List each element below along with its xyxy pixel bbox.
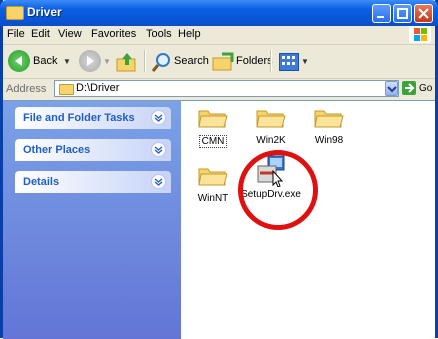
forward-dropdown-icon[interactable]: ▼ [103,57,111,66]
go-button-label[interactable]: Go [419,83,432,94]
explorer-window: Driver File Edit View Favorites Tools He… [0,0,438,339]
address-label: Address [6,83,47,95]
minimize-button[interactable] [372,4,391,23]
main-content: File and Folder Tasks Other Places Detai… [3,100,435,339]
close-icon [418,8,429,19]
toolbar-separator [144,50,146,72]
folders-label[interactable]: Folders [236,55,273,67]
folder-icon [59,84,74,95]
windows-logo-icon [409,26,431,43]
menu-help[interactable]: Help [178,28,201,40]
views-dropdown-icon[interactable]: ▼ [301,57,309,66]
menu-view[interactable]: View [58,28,82,40]
up-folder-icon[interactable] [115,51,139,73]
search-icon[interactable] [151,51,173,73]
file-name: Win2K [256,135,286,146]
search-label[interactable]: Search [174,55,209,67]
toolbar-separator [270,50,272,72]
list-item[interactable]: WinNT [183,163,243,204]
go-arrow-icon[interactable] [402,81,416,95]
list-item[interactable]: Win2K [241,105,301,146]
folder-icon [197,163,229,187]
task-panel-title: File and Folder Tasks [23,112,135,124]
address-dropdown-button[interactable] [385,81,398,96]
chevron-down-icon[interactable] [151,174,166,189]
menu-bar: File Edit View Favorites Tools Help [3,26,435,45]
chevron-down-icon[interactable] [151,110,166,125]
window-title: Driver [27,5,62,19]
address-bar: Address D:\Driver Go [3,79,435,99]
address-path: D:\Driver [76,82,120,94]
menu-favorites[interactable]: Favorites [91,28,136,40]
standard-toolbar: Back ▼ ▼ Search Folders ▼ [3,45,435,79]
menu-edit[interactable]: Edit [31,28,50,40]
menu-file[interactable]: File [7,28,25,40]
chevron-down-icon[interactable] [151,142,166,157]
back-dropdown-icon[interactable]: ▼ [63,57,71,66]
back-arrow-icon[interactable] [8,50,30,72]
title-bar[interactable]: Driver [0,0,438,26]
task-panel-title: Other Places [23,144,91,156]
menu-tools[interactable]: Tools [146,28,172,40]
file-name: WinNT [197,193,229,204]
folder-icon [255,105,287,129]
folders-icon[interactable] [212,52,234,72]
file-name: CMN [198,135,228,148]
folder-icon [313,105,345,129]
task-pane: File and Folder Tasks Other Places Detai… [3,101,181,339]
forward-arrow-icon[interactable] [79,50,101,72]
maximize-button[interactable] [393,4,412,23]
address-input[interactable]: D:\Driver [54,80,399,97]
back-label[interactable]: Back [33,55,57,67]
task-panel-other-places[interactable]: Other Places [15,139,171,161]
close-button[interactable] [414,4,433,23]
list-item[interactable]: Win98 [299,105,359,146]
minimize-icon [377,16,384,18]
file-list: CMN Win2K Win98 WinNT SetupDrv.exe [181,101,435,339]
folder-title-icon [6,6,24,20]
folder-icon [197,105,229,129]
list-item[interactable]: CMN [183,105,243,148]
file-name: Win98 [314,135,344,146]
task-panel-details[interactable]: Details [15,171,171,193]
maximize-icon [397,8,408,19]
task-panel-title: Details [23,176,60,188]
task-panel-file-folder[interactable]: File and Folder Tasks [15,107,171,129]
views-icon[interactable] [279,53,299,71]
highlight-circle [238,150,318,230]
